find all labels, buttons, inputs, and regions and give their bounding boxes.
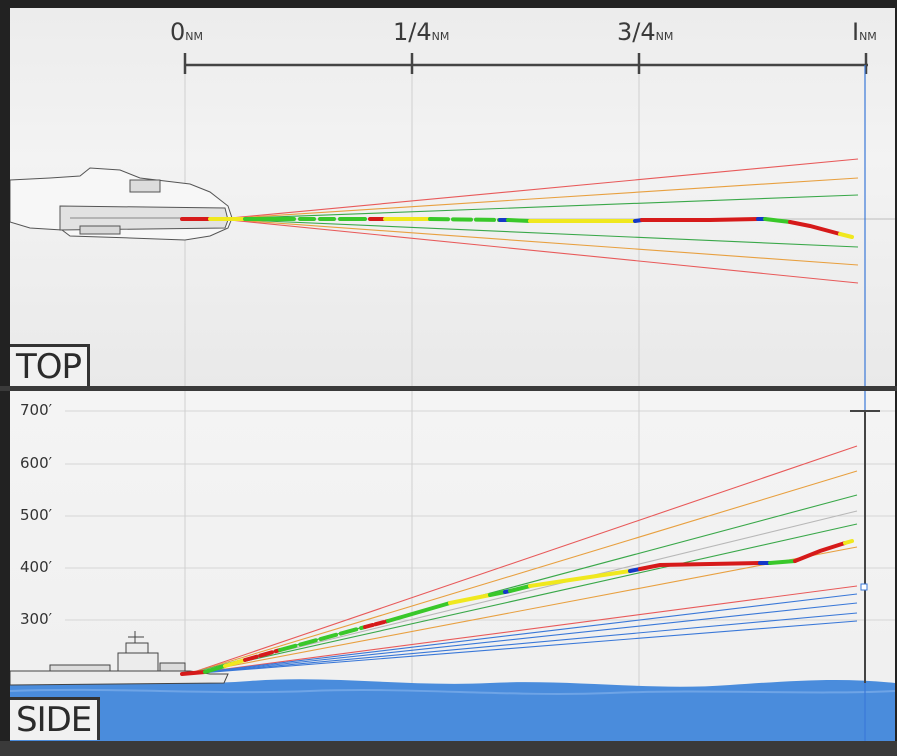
- side-view-graphic: [10, 391, 895, 741]
- approach-display: 0NM 1/4NM 3/4NM INM TOP 700′ 600′ 500′ 4…: [0, 0, 897, 756]
- altitude-label-400: 400′: [20, 558, 53, 576]
- scale-label-0: 0NM: [170, 18, 204, 46]
- top-view-label: TOP: [10, 344, 91, 386]
- guide-red-right: [219, 218, 859, 284]
- top-view-graphic: [10, 53, 895, 386]
- scale-label-three-quarter: 3/4NM: [617, 18, 674, 46]
- scale-label-one: INM: [852, 18, 877, 46]
- side-vertical-grid: [184, 391, 640, 691]
- guide-green-right: [219, 218, 859, 248]
- altitude-label-300: 300′: [20, 610, 53, 628]
- guide-orange-right: [219, 218, 859, 266]
- bottom-border: [0, 741, 897, 756]
- top-view-panel: 0NM 1/4NM 3/4NM INM TOP: [10, 8, 895, 386]
- flight-track-side: [180, 539, 854, 676]
- altitude-label-500: 500′: [20, 506, 53, 524]
- water-surface: [10, 679, 895, 741]
- side-view-label: SIDE: [10, 697, 101, 740]
- side-view-panel: 700′ 600′ 500′ 400′ 300′ SIDE: [10, 391, 895, 741]
- range-handle[interactable]: [860, 583, 868, 591]
- carrier-top-view: [10, 167, 233, 241]
- altitude-label-700: 700′: [20, 401, 53, 419]
- altitude-label-600: 600′: [20, 454, 53, 472]
- guide-red-left: [219, 158, 859, 220]
- scale-label-quarter: 1/4NM: [393, 18, 450, 46]
- altitude-grid: [65, 410, 895, 621]
- glideslope-guide-lines: [187, 445, 858, 675]
- carrier-side-view: [10, 631, 229, 686]
